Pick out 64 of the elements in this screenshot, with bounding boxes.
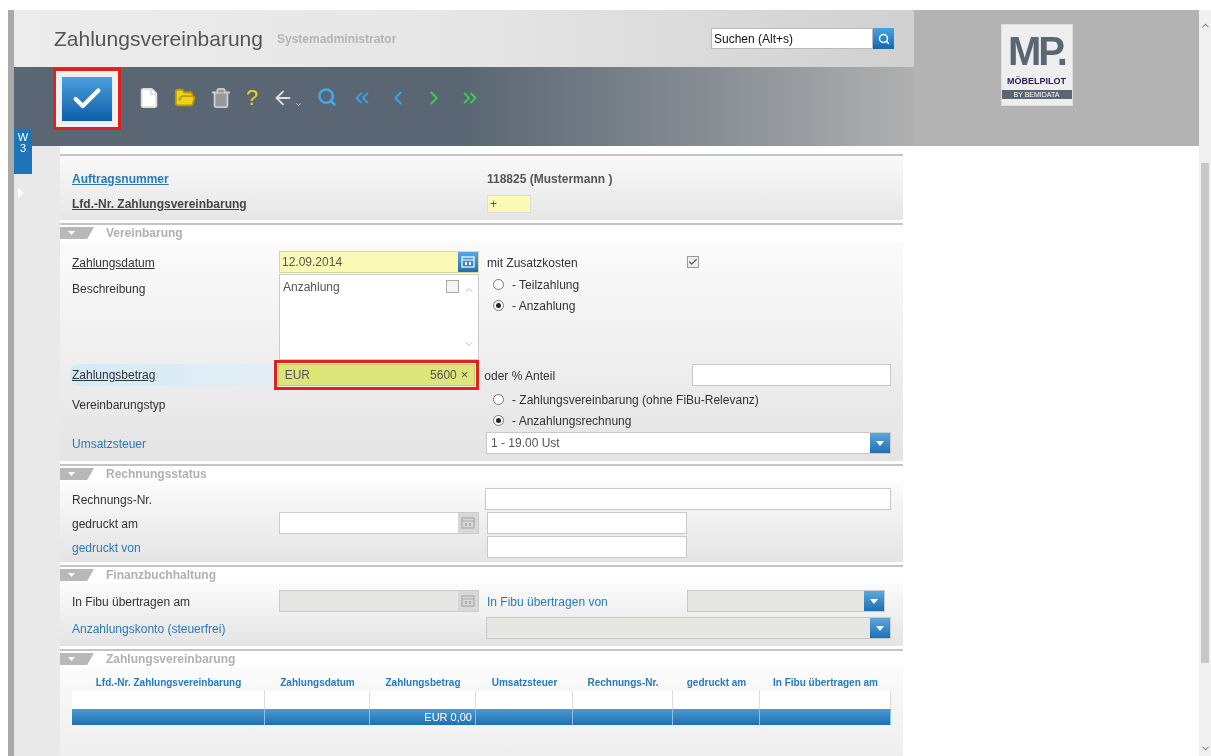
radio-button[interactable] [493, 300, 504, 311]
column-header[interactable]: Rechnungs-Nr. [573, 674, 673, 690]
search-icon[interactable] [317, 87, 338, 107]
section-title: Rechnungsstatus [106, 466, 207, 483]
new-document-icon[interactable] [138, 87, 160, 109]
section-title: Zahlungsvereinbarung [106, 651, 236, 668]
field-label: Vereinbarungstyp [72, 398, 166, 412]
radio-button[interactable] [493, 415, 504, 426]
collapse-toggle[interactable] [60, 227, 94, 239]
column-header[interactable]: Umsatzsteuer [476, 674, 573, 690]
amount-field[interactable]: EUR 5600 × [273, 360, 480, 390]
description-textarea[interactable]: Anzahlung [279, 274, 479, 360]
caret-icon [68, 231, 75, 235]
input-field[interactable] [485, 488, 891, 510]
column-header[interactable]: Zahlungsdatum [265, 674, 370, 690]
input-field[interactable]: + [487, 194, 531, 213]
column-header[interactable]: Lfd.-Nr. Zahlungsvereinbarung [72, 674, 265, 690]
input-field[interactable] [692, 364, 891, 386]
caret-icon [68, 472, 75, 476]
field-label: Rechnungs-Nr. [72, 493, 153, 507]
clear-button[interactable]: × [460, 365, 469, 385]
total-amount: EUR 0,00 [370, 709, 476, 725]
trash-icon[interactable] [210, 87, 232, 109]
radio-label: - Anzahlung [512, 297, 576, 315]
radio-label: - Anzahlungsrechnung [512, 412, 632, 430]
section-title: Finanzbuchhaltung [106, 567, 216, 584]
radio-button[interactable] [493, 394, 504, 405]
field-label[interactable]: Zahlungsbetrag [70, 364, 277, 386]
search-field[interactable]: Suchen (Alt+s) [711, 28, 873, 49]
field-label[interactable]: gedruckt von [72, 541, 141, 555]
section-title: Vereinbarung [106, 225, 183, 242]
radio-button[interactable] [493, 279, 504, 290]
collapse-toggle[interactable] [60, 468, 94, 480]
field-label: mit Zusatzkosten [487, 255, 578, 270]
radio-label: - Teilzahlung [512, 276, 580, 294]
page-title: Zahlungsvereinbarung [54, 25, 263, 52]
search-icon [877, 32, 890, 45]
side-tab[interactable]: W 3 [14, 130, 32, 174]
radio-label: - Zahlungsvereinbarung (ohne FiBu-Relevanz) [512, 391, 759, 409]
search-button[interactable] [873, 28, 894, 49]
checkbox[interactable] [687, 255, 699, 268]
field-label[interactable]: Auftragsnummer [72, 169, 487, 188]
collapse-toggle[interactable] [60, 569, 94, 581]
scrollbar-thumb[interactable] [1201, 163, 1209, 663]
collapse-toggle[interactable] [60, 653, 94, 665]
field-label: Beschreibung [72, 282, 146, 296]
field-label: In Fibu übertragen am [72, 595, 191, 609]
folder-icon[interactable] [174, 87, 196, 109]
field-label: oder % Anteil [484, 369, 556, 383]
column-header[interactable]: In Fibu übertragen am [760, 674, 891, 690]
checkbox[interactable] [446, 280, 459, 293]
caret-icon [68, 573, 75, 577]
field-label[interactable]: Zahlungsdatum [72, 255, 155, 270]
field-label[interactable]: Lfd.-Nr. Zahlungsvereinbarung [72, 194, 487, 213]
help-icon[interactable]: ? [246, 87, 259, 109]
field-label[interactable]: Umsatzsteuer [72, 437, 147, 451]
dropdown-field[interactable]: 1 - 19.00 Ust [486, 432, 891, 454]
column-header[interactable]: gedruckt am [673, 674, 760, 690]
input-field[interactable] [487, 512, 687, 534]
input-field[interactable] [487, 536, 687, 558]
column-header[interactable]: Zahlungsbetrag [370, 674, 476, 690]
order-number: 118825 (Mustermann ) [487, 170, 613, 188]
field-label: gedruckt am [72, 517, 139, 531]
caret-icon [68, 657, 75, 661]
